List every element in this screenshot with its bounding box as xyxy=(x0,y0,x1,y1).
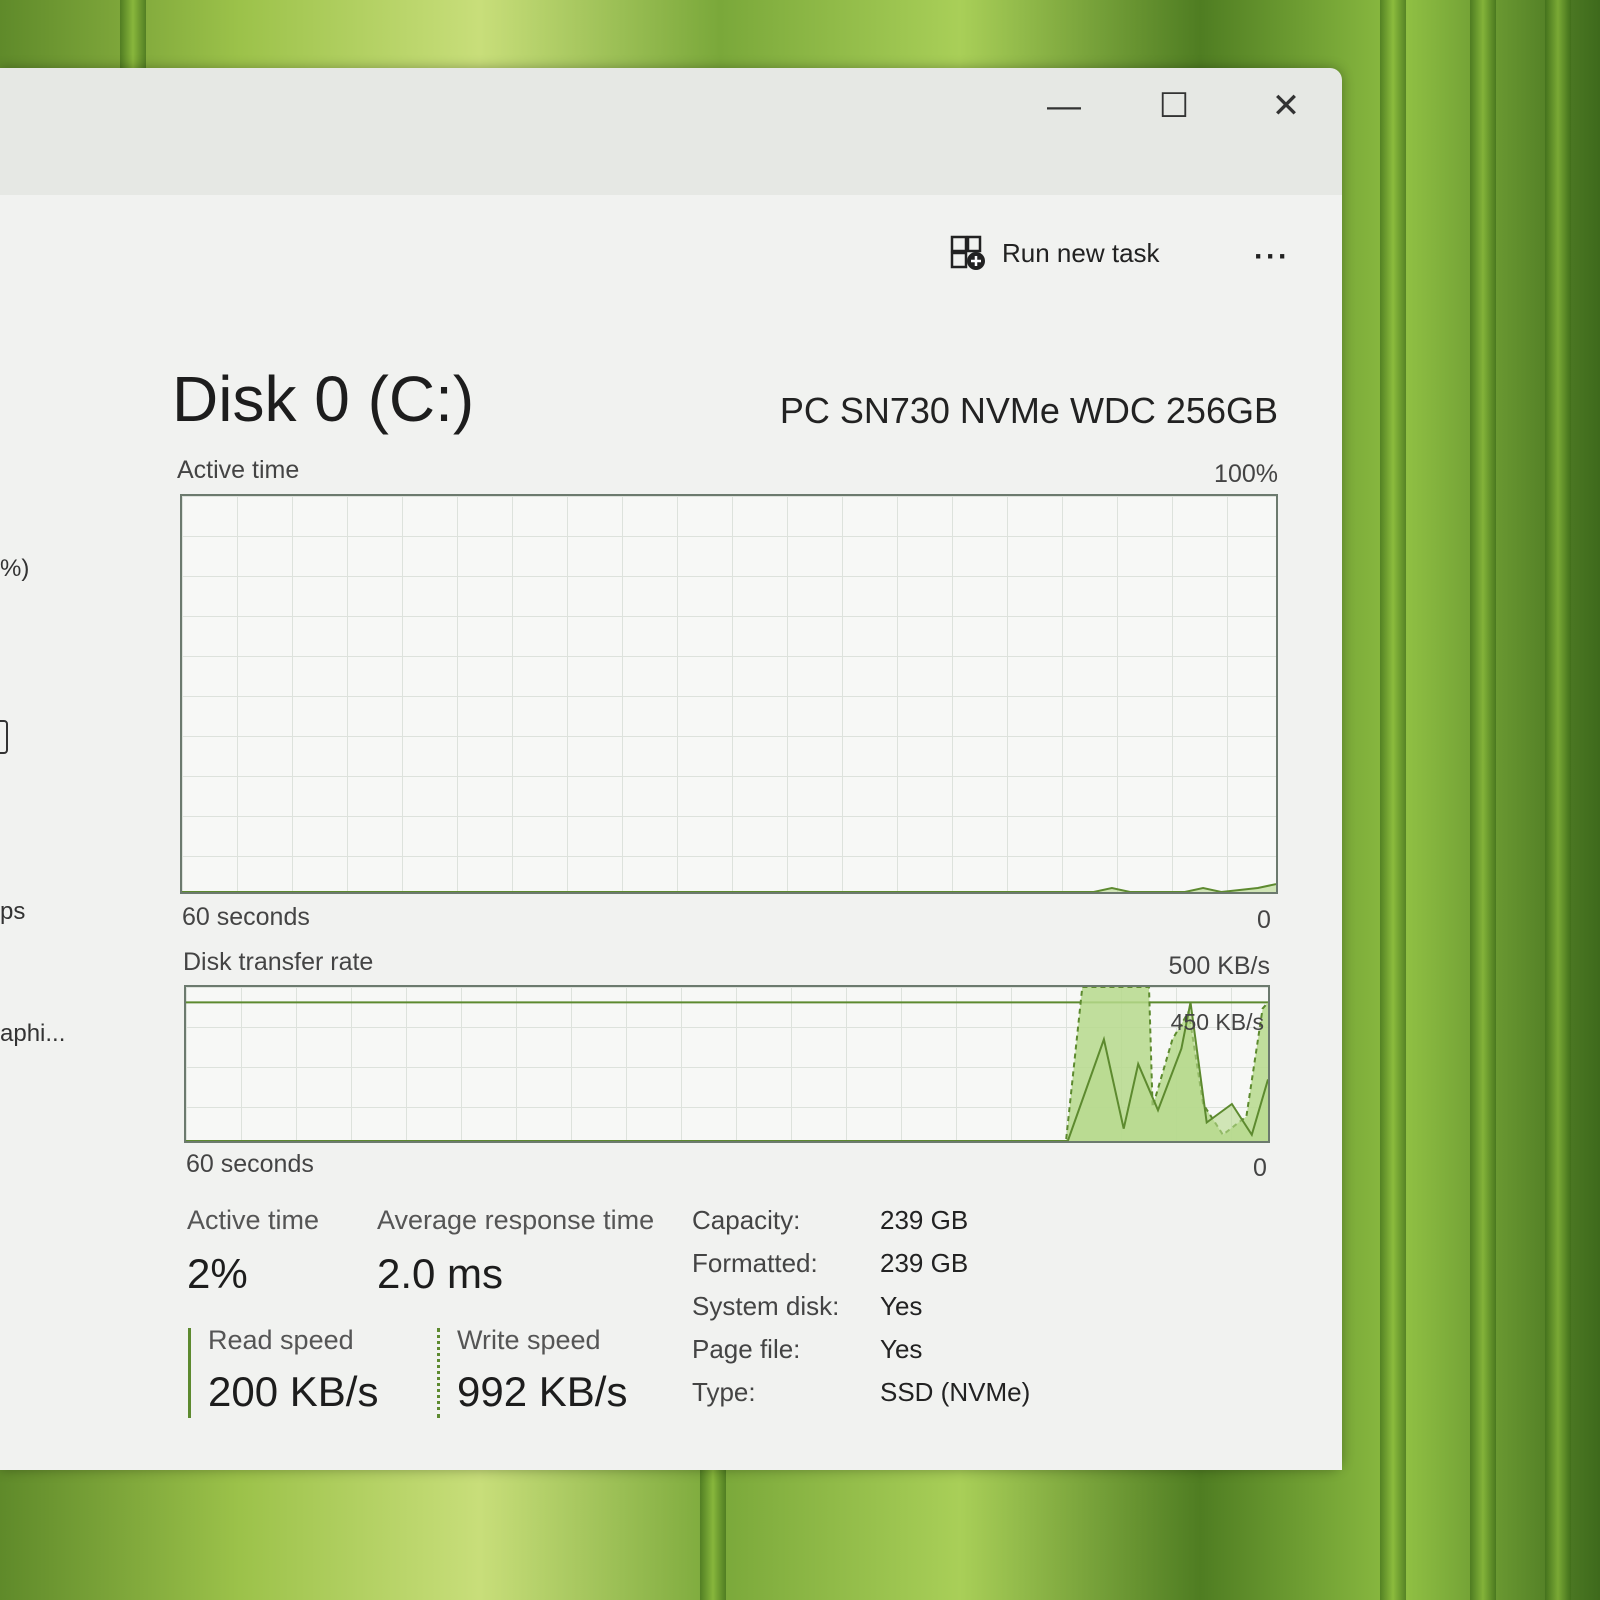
property-label: Page file: xyxy=(692,1334,801,1364)
sidebar-item-fragment[interactable]: %) xyxy=(0,555,29,583)
active-chart-plot xyxy=(182,883,1276,892)
transfer-chart-min: 0 xyxy=(1253,1154,1267,1182)
active-time-chart-min: 0 xyxy=(1257,906,1271,934)
write-speed-label: Write speed xyxy=(457,1325,601,1355)
sidebar-item-fragment[interactable]: ps xyxy=(0,898,25,926)
run-new-task-label: Run new task xyxy=(1002,237,1160,268)
property-label: Type: xyxy=(692,1377,756,1407)
minimize-button[interactable]: — xyxy=(1034,86,1094,126)
close-button[interactable]: ✕ xyxy=(1256,86,1316,126)
write-legend-line xyxy=(437,1328,440,1418)
property-value: 239 GB xyxy=(880,1248,969,1278)
disk-model: PC SN730 NVMe WDC 256GB xyxy=(779,390,1278,431)
sidebar-thumbnail-fragment xyxy=(0,720,8,754)
transfer-chart-label: Disk transfer rate xyxy=(183,948,374,976)
property-value: SSD (NVMe) xyxy=(880,1377,1031,1407)
active-time-chart-span: 60 seconds xyxy=(182,903,310,931)
run-task-icon xyxy=(950,235,985,270)
marker-line-label: 450 KB/s xyxy=(1170,1009,1264,1035)
read-speed-label: Read speed xyxy=(208,1325,354,1355)
read-speed-value: 200 KB/s xyxy=(208,1368,379,1415)
active-time-chart-max: 100% xyxy=(1214,460,1278,488)
transfer-rate-chart: 450 KB/s xyxy=(184,985,1270,1143)
transfer-chart-max: 500 KB/s xyxy=(1168,952,1270,980)
active-time-chart-label: Active time xyxy=(177,456,300,484)
transfer-chart-span: 60 seconds xyxy=(186,1150,314,1178)
active-time-chart xyxy=(180,494,1278,894)
avg-response-value: 2.0 ms xyxy=(377,1250,504,1297)
property-label: System disk: xyxy=(692,1291,840,1321)
title-bar: — ☐ ✕ xyxy=(0,68,1342,195)
property-label: Capacity: xyxy=(692,1205,801,1235)
transfer-chart-plot xyxy=(186,987,1268,1141)
active-time-label: Active time xyxy=(187,1205,320,1235)
active-time-value: 2% xyxy=(187,1250,248,1297)
property-value: 239 GB xyxy=(880,1205,969,1235)
more-options-button[interactable]: ··· xyxy=(1254,240,1290,274)
maximize-button[interactable]: ☐ xyxy=(1144,86,1204,126)
read-legend-line xyxy=(188,1328,191,1418)
property-value: Yes xyxy=(880,1291,923,1321)
sidebar-item-fragment[interactable]: aphi... xyxy=(0,1020,65,1048)
property-label: Formatted: xyxy=(692,1248,818,1278)
run-new-task-button[interactable]: Run new task xyxy=(950,235,1160,271)
write-speed-value: 992 KB/s xyxy=(457,1368,628,1415)
avg-response-label: Average response time xyxy=(377,1205,655,1235)
disk-title: Disk 0 (C:) xyxy=(172,363,475,435)
property-value: Yes xyxy=(880,1334,923,1364)
